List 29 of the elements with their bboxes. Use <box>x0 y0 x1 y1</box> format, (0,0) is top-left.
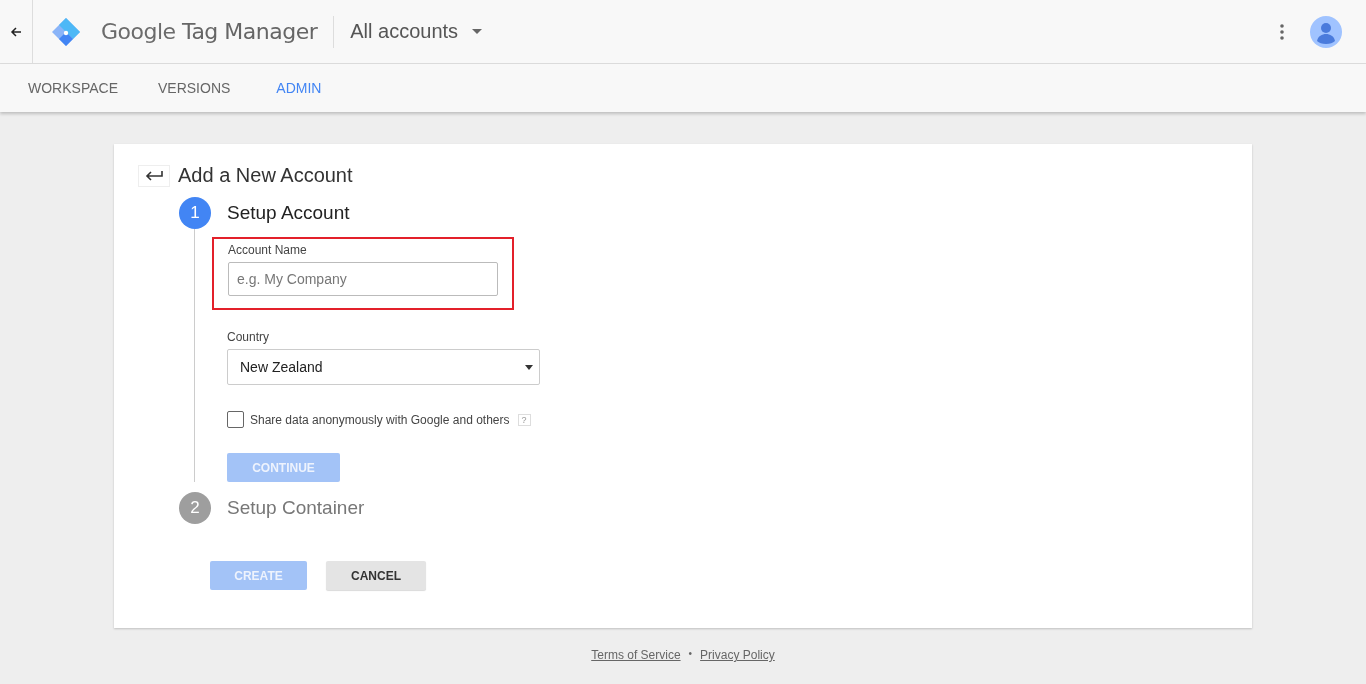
dropdown-caret-icon <box>525 364 533 370</box>
share-data-checkbox[interactable] <box>227 411 244 428</box>
privacy-link[interactable]: Privacy Policy <box>700 648 775 662</box>
cancel-button[interactable]: CANCEL <box>326 561 426 590</box>
diamond-logo-icon <box>51 16 81 47</box>
avatar-icon[interactable] <box>1310 15 1342 48</box>
step-number: 2 <box>179 492 211 524</box>
step-title: Setup Container <box>227 496 365 520</box>
more-menu-icon[interactable] <box>1280 23 1284 40</box>
account-name-field[interactable]: e.g. My Company <box>228 262 498 296</box>
step-title: Setup Account <box>227 201 351 225</box>
terms-link[interactable]: Terms of Service <box>591 648 681 662</box>
help-button[interactable]: ? <box>517 413 531 426</box>
checkbox-label: Share data anonymously with Google and others <box>250 412 510 427</box>
back-button[interactable] <box>138 164 170 187</box>
field-label: Account Name <box>228 243 308 257</box>
page-title: Add a New Account <box>178 164 353 187</box>
nav-tab[interactable]: VERSIONS <box>158 80 231 96</box>
app-title: Google Tag Manager <box>101 19 318 44</box>
account-switcher[interactable]: All accounts <box>350 20 483 43</box>
back-arrow-icon[interactable] <box>10 25 22 38</box>
field-label: Country <box>227 330 271 344</box>
nav-tab[interactable]: WORKSPACE <box>28 80 118 96</box>
step-number: 1 <box>179 197 211 229</box>
nav-tab[interactable]: ADMIN <box>276 80 322 96</box>
return-arrow-icon <box>144 169 164 182</box>
separator-dot: • <box>688 648 693 661</box>
country-select[interactable]: New Zealand <box>227 349 540 385</box>
dropdown-caret-icon <box>472 28 483 35</box>
